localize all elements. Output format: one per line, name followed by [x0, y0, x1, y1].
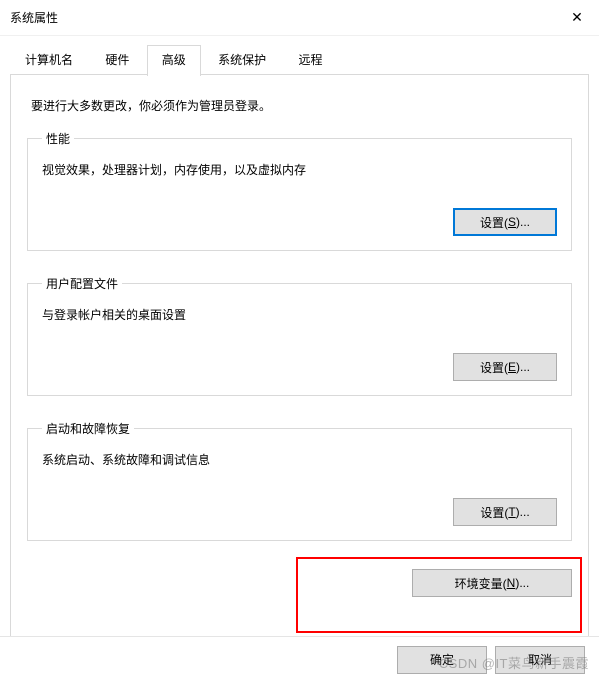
- close-button[interactable]: ✕: [555, 0, 599, 35]
- environment-variables-button[interactable]: 环境变量(N)...: [412, 569, 572, 597]
- ok-button[interactable]: 确定: [397, 646, 487, 674]
- window-title: 系统属性: [10, 9, 555, 26]
- button-label-suffix: )...: [515, 576, 529, 590]
- button-label-prefix: 设置(: [480, 214, 508, 231]
- content-area: 计算机名 硬件 高级 系统保护 远程 要进行大多数更改，你必须作为管理员登录。 …: [0, 36, 599, 675]
- group-startup-recovery: 启动和故障恢复 系统启动、系统故障和调试信息 设置(T)...: [27, 420, 572, 541]
- button-hotkey: N: [507, 576, 516, 590]
- tab-panel-advanced: 要进行大多数更改，你必须作为管理员登录。 性能 视觉效果，处理器计划，内存使用，…: [10, 75, 589, 667]
- group-user-profiles-legend: 用户配置文件: [42, 275, 122, 292]
- group-startup-recovery-legend: 启动和故障恢复: [42, 420, 134, 437]
- button-label-suffix: )...: [516, 360, 530, 374]
- tab-advanced[interactable]: 高级: [147, 45, 201, 76]
- group-performance-desc: 视觉效果，处理器计划，内存使用，以及虚拟内存: [42, 161, 557, 178]
- group-startup-recovery-desc: 系统启动、系统故障和调试信息: [42, 451, 557, 468]
- button-hotkey: T: [508, 505, 515, 519]
- button-label-prefix: 环境变量(: [455, 575, 507, 592]
- group-performance-legend: 性能: [42, 130, 74, 147]
- button-label-suffix: )...: [516, 505, 530, 519]
- group-user-profiles: 用户配置文件 与登录帐户相关的桌面设置 设置(E)...: [27, 275, 572, 396]
- group-performance: 性能 视觉效果，处理器计划，内存使用，以及虚拟内存 设置(S)...: [27, 130, 572, 251]
- startup-recovery-settings-button[interactable]: 设置(T)...: [453, 498, 557, 526]
- tab-computer-name[interactable]: 计算机名: [10, 45, 88, 75]
- button-hotkey: S: [508, 215, 516, 229]
- button-hotkey: E: [508, 360, 516, 374]
- group-user-profiles-desc: 与登录帐户相关的桌面设置: [42, 306, 557, 323]
- title-bar: 系统属性 ✕: [0, 0, 599, 36]
- dialog-footer: 确定 取消: [0, 636, 599, 682]
- button-label-prefix: 设置(: [480, 504, 508, 521]
- user-profiles-settings-button[interactable]: 设置(E)...: [453, 353, 557, 381]
- tab-remote[interactable]: 远程: [283, 45, 337, 75]
- tabs-bar: 计算机名 硬件 高级 系统保护 远程: [10, 44, 589, 75]
- button-label-prefix: 设置(: [480, 359, 508, 376]
- close-icon: ✕: [571, 9, 583, 26]
- intro-text: 要进行大多数更改，你必须作为管理员登录。: [31, 97, 572, 114]
- tab-hardware[interactable]: 硬件: [90, 45, 144, 75]
- env-row: 环境变量(N)...: [27, 569, 572, 597]
- cancel-button[interactable]: 取消: [495, 646, 585, 674]
- button-label-suffix: )...: [516, 215, 530, 229]
- performance-settings-button[interactable]: 设置(S)...: [453, 208, 557, 236]
- tab-system-protection[interactable]: 系统保护: [203, 45, 281, 75]
